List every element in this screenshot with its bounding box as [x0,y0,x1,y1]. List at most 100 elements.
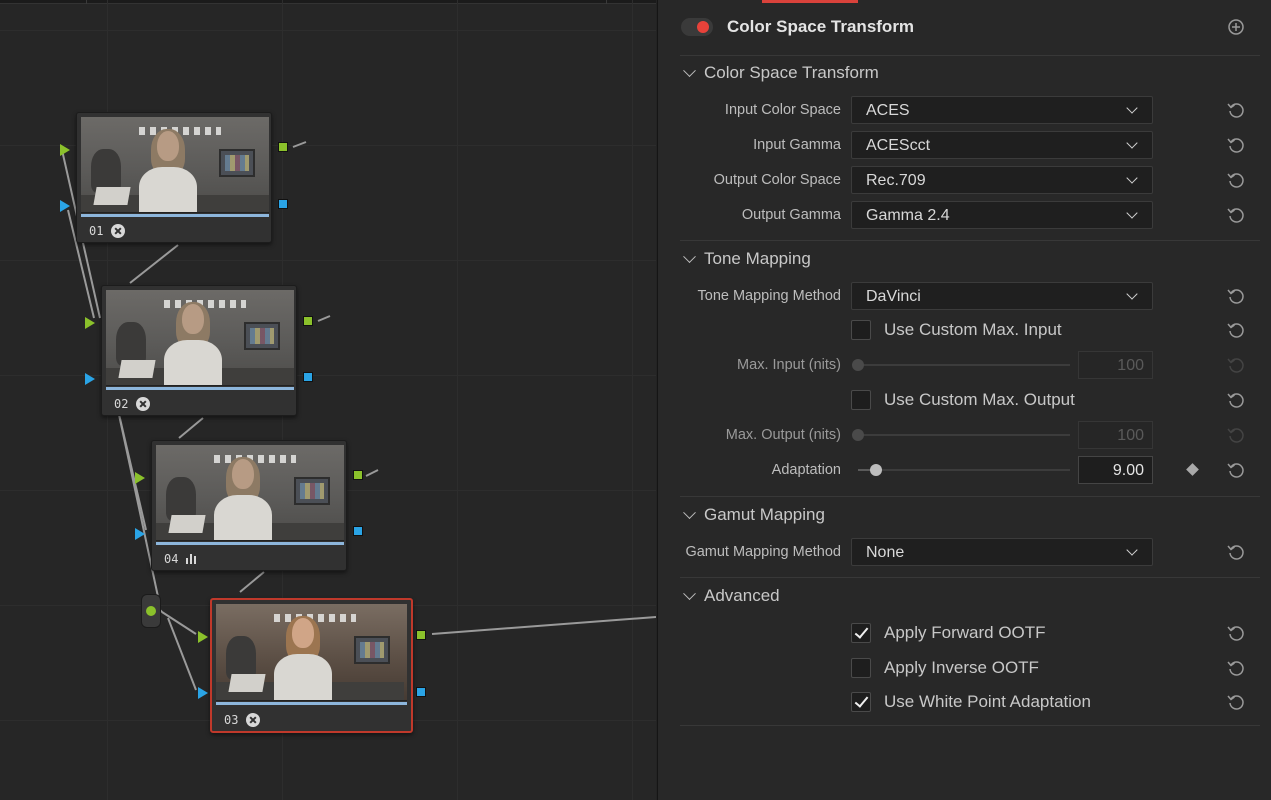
output-gamma-row: Output Gamma Gamma 2.4 [658,201,1271,229]
alpha-output-port[interactable] [303,372,313,382]
fx-icon [246,713,261,727]
effect-title: Color Space Transform [727,17,915,36]
chevron-down-icon [1126,172,1138,184]
reset-icon[interactable] [1226,135,1246,155]
apply-forward-ootf-checkbox[interactable] [851,623,871,643]
alpha-output-port[interactable] [353,526,363,536]
node-bar [216,702,407,705]
divider [680,55,1260,56]
chevron-down-icon [1126,207,1138,219]
rgb-input-port[interactable] [85,317,95,329]
rgb-input-port[interactable] [135,472,145,484]
parallel-junction[interactable] [141,594,161,628]
gamut-mapping-method-row: Gamut Mapping Method None [658,538,1271,566]
rgb-input-port[interactable] [60,144,70,156]
inspector-panel: Color Space Transform Color Space Transf… [657,0,1271,800]
rgb-input-port[interactable] [198,631,208,643]
reset-icon[interactable] [1226,286,1246,306]
chevron-down-icon [683,63,696,77]
slider-knob[interactable] [852,429,864,441]
chevron-down-icon [1126,288,1138,300]
section-cst-header[interactable]: Color Space Transform [683,61,879,85]
node-02[interactable]: 02 [101,285,297,416]
chevron-down-icon [1126,544,1138,556]
checkbox-label: Use Custom Max. Output [884,390,1075,409]
field-label: Tone Mapping Method [697,288,842,304]
select-value: ACES [866,102,910,119]
node-number: 01 [89,224,104,238]
reset-all-icon[interactable] [1226,17,1246,37]
chevron-down-icon [683,249,696,263]
node-04[interactable]: 04 [151,440,347,571]
keyframe-icon[interactable] [1186,463,1199,476]
slider-knob[interactable] [870,464,882,476]
section-title: Gamut Mapping [704,505,825,524]
fx-header: Color Space Transform [658,8,1271,48]
max-input-value-field[interactable]: 100 [1078,351,1153,379]
node-thumbnail [81,117,269,213]
max-output-value-field[interactable]: 100 [1078,421,1153,449]
active-tab-indicator [762,0,858,3]
max-input-slider[interactable] [852,359,1070,371]
alpha-input-port[interactable] [60,200,70,212]
reset-icon[interactable] [1226,390,1246,410]
adaptation-value-field[interactable]: 9.00 [1078,456,1153,484]
section-advanced-header[interactable]: Advanced [683,584,780,608]
reset-icon[interactable] [1226,542,1246,562]
divider [680,240,1260,241]
alpha-input-port[interactable] [135,528,145,540]
reset-icon[interactable] [1226,205,1246,225]
chevron-down-icon [683,586,696,600]
alpha-output-port[interactable] [416,687,426,697]
alpha-input-port[interactable] [85,373,95,385]
reset-icon[interactable] [1226,460,1246,480]
output-gamma-select[interactable]: Gamma 2.4 [851,201,1153,229]
checkbox-label: Use White Point Adaptation [884,692,1091,711]
field-label: Output Color Space [713,172,841,188]
node-number: 02 [114,397,129,411]
wire [292,141,307,148]
section-gamut-header[interactable]: Gamut Mapping [683,503,825,527]
node-03[interactable]: 03 [210,598,413,733]
node-bar [156,542,344,545]
reset-icon[interactable] [1226,623,1246,643]
checkbox-label: Apply Inverse OOTF [884,658,1039,677]
alpha-input-port[interactable] [198,687,208,699]
rgb-output-port[interactable] [353,470,363,480]
adaptation-slider[interactable] [858,464,1070,476]
input-color-space-select[interactable]: ACES [851,96,1153,124]
reset-icon[interactable] [1226,320,1246,340]
rgb-output-port[interactable] [278,142,288,152]
use-custom-max-input-checkbox[interactable] [851,320,871,340]
gamut-mapping-method-select[interactable]: None [851,538,1153,566]
reset-icon[interactable] [1226,658,1246,678]
reset-icon[interactable] [1226,692,1246,712]
reset-icon[interactable] [1226,170,1246,190]
use-custom-max-output-checkbox[interactable] [851,390,871,410]
rgb-output-port[interactable] [416,630,426,640]
rgb-output-port[interactable] [303,316,313,326]
slider-knob[interactable] [852,359,864,371]
tone-mapping-method-select[interactable]: DaVinci [851,282,1153,310]
select-value: Gamma 2.4 [866,207,950,224]
alpha-output-port[interactable] [278,199,288,209]
node-01[interactable]: 01 [76,112,272,243]
section-tone-header[interactable]: Tone Mapping [683,247,811,271]
select-value: ACEScct [866,137,931,154]
bars-icon [186,554,197,564]
effect-enable-toggle[interactable] [681,18,713,36]
node-bar [106,387,294,390]
reset-icon [1226,355,1246,375]
node-editor[interactable]: 01 02 04 03 [0,0,656,800]
wire [161,611,197,635]
use-white-point-adaptation-checkbox[interactable] [851,692,871,712]
output-color-space-select[interactable]: Rec.709 [851,166,1153,194]
input-gamma-select[interactable]: ACEScct [851,131,1153,159]
field-label: Input Gamma [753,137,841,153]
field-label: Adaptation [771,462,841,478]
wire [431,616,656,635]
reset-icon[interactable] [1226,100,1246,120]
apply-inverse-ootf-checkbox[interactable] [851,658,871,678]
wire [129,244,179,284]
max-output-slider[interactable] [852,429,1070,441]
